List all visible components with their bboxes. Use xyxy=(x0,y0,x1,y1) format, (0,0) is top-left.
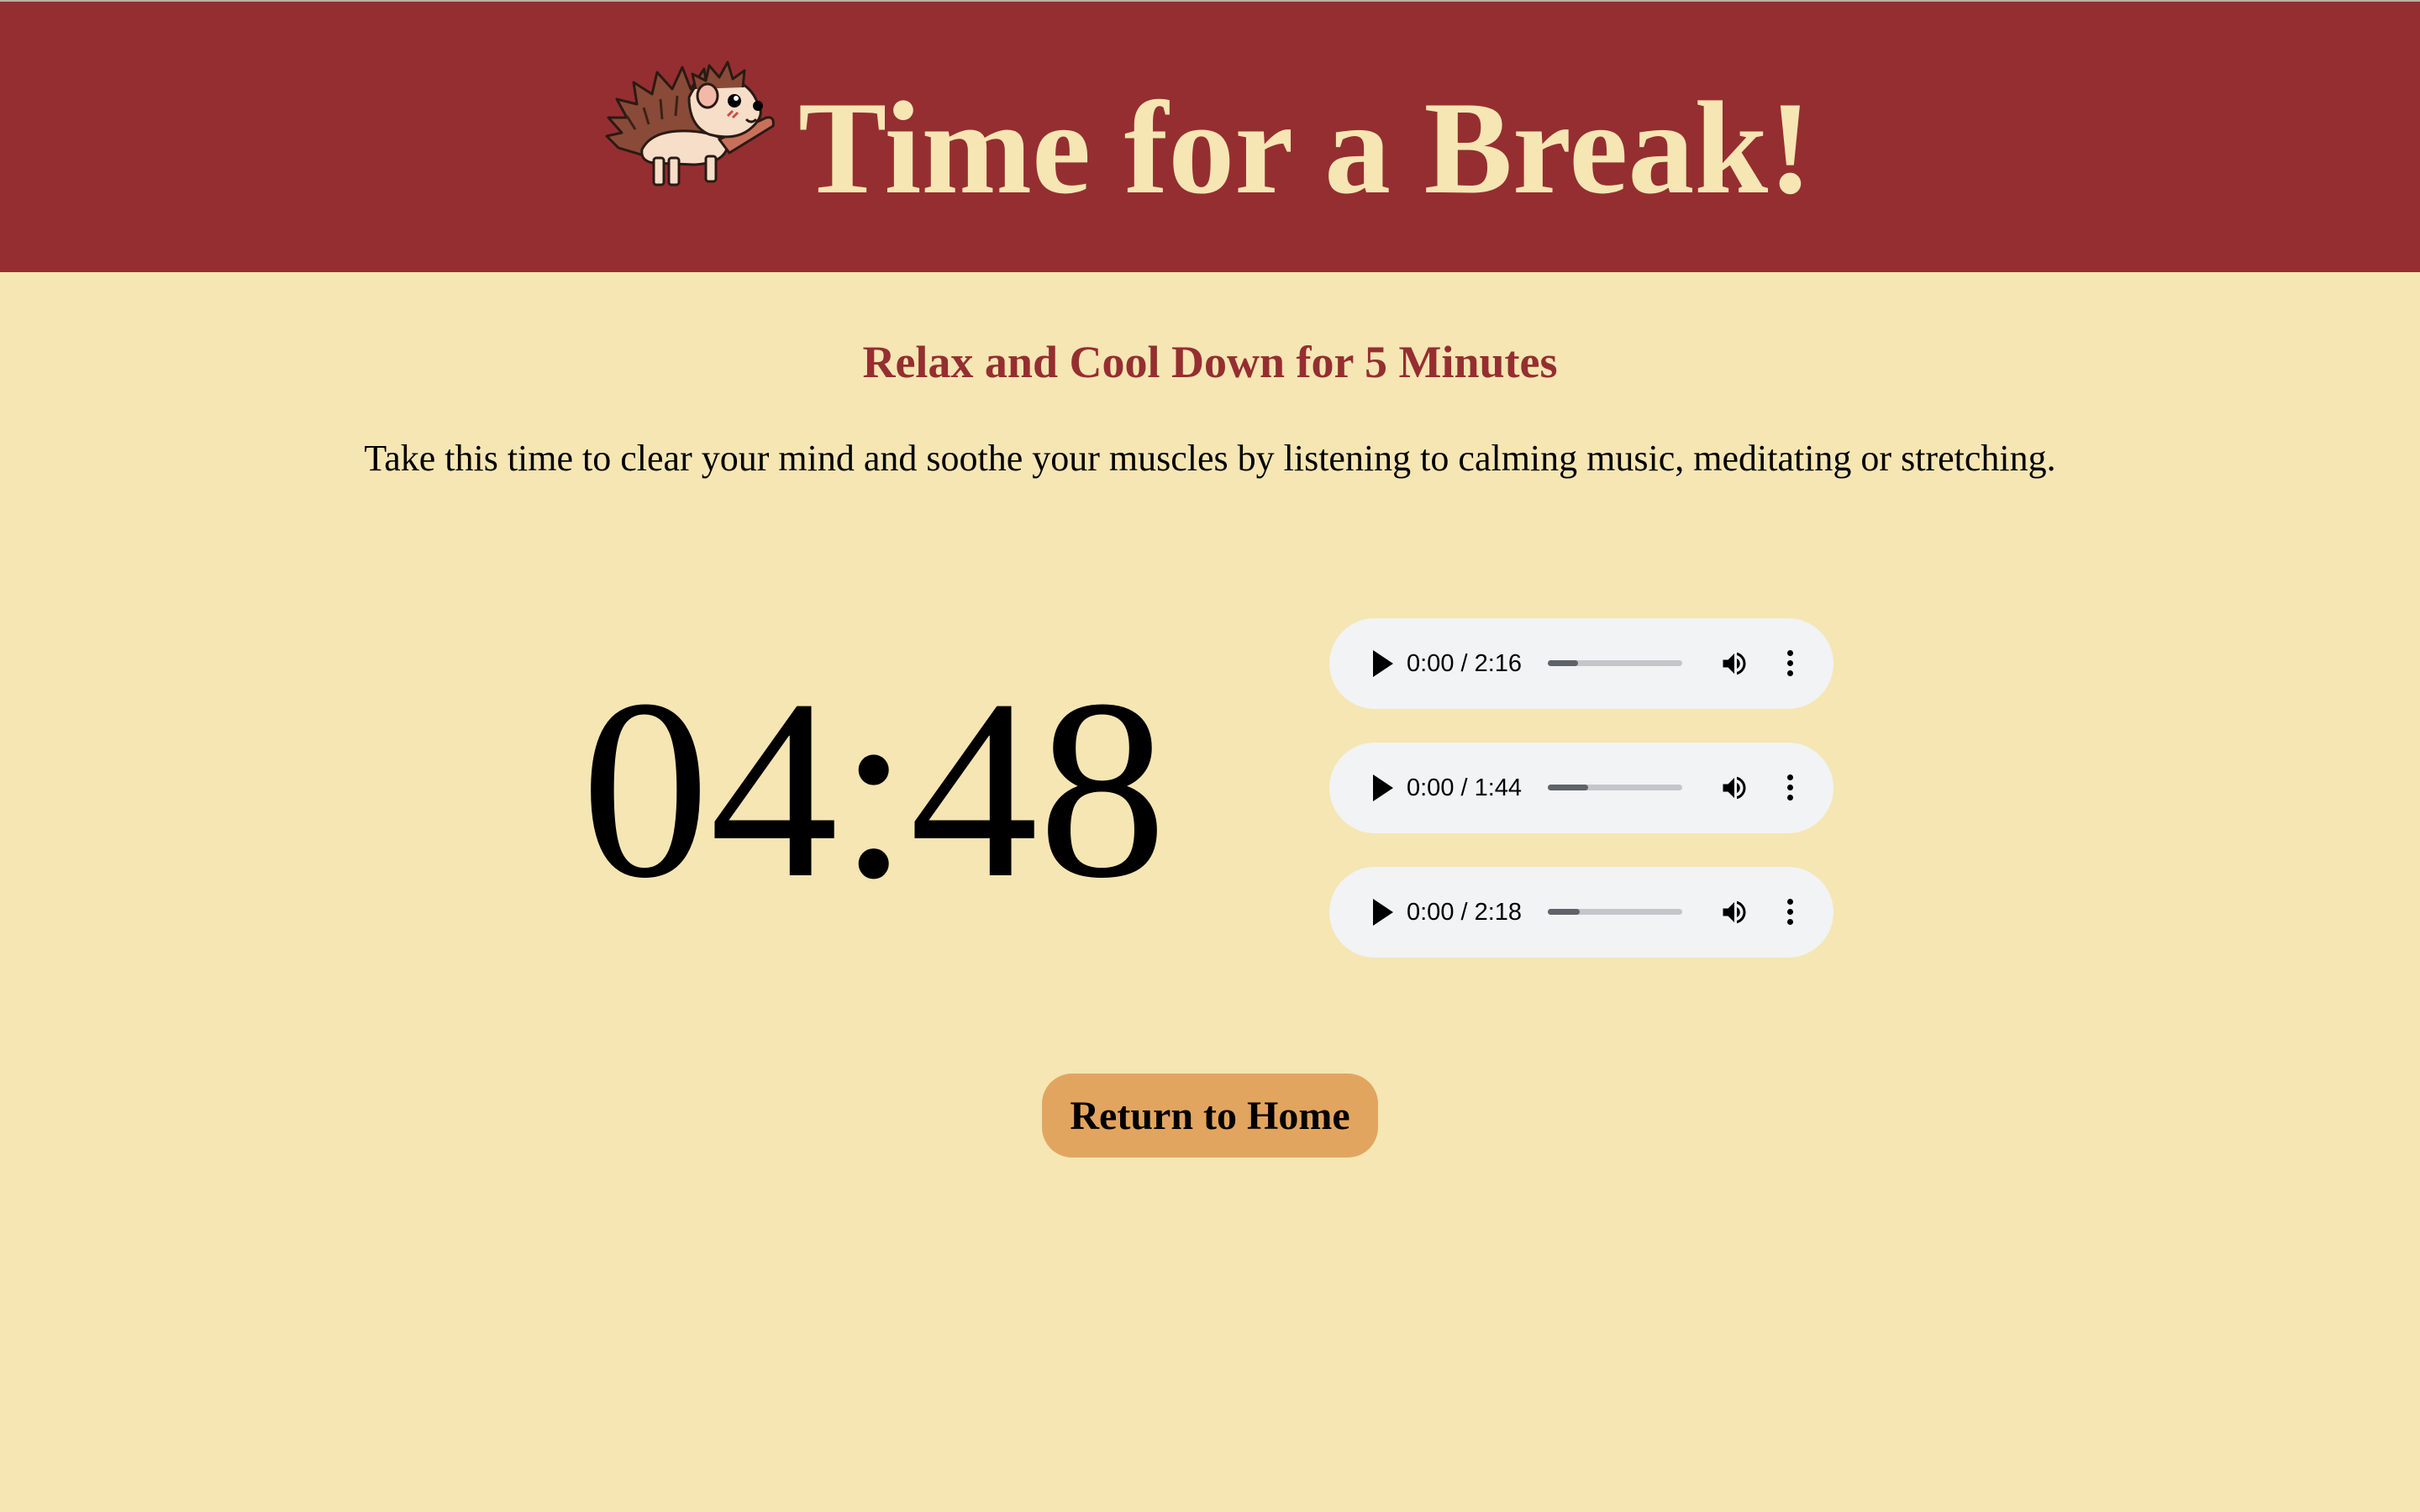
return-home-button[interactable]: Return to Home xyxy=(1042,1074,1378,1158)
hedgehog-icon xyxy=(605,60,775,186)
more-options-icon[interactable] xyxy=(1786,899,1793,926)
audio-player-1[interactable]: 0:00 / 2:16 xyxy=(1329,618,1833,709)
audio-time-display: 0:00 / 1:44 xyxy=(1407,774,1523,801)
play-icon[interactable] xyxy=(1373,774,1393,801)
play-icon[interactable] xyxy=(1373,899,1393,926)
play-icon[interactable] xyxy=(1373,650,1393,677)
audio-progress-fill xyxy=(1548,660,1578,666)
audio-time-display: 0:00 / 2:18 xyxy=(1407,899,1523,926)
audio-player-3[interactable]: 0:00 / 2:18 xyxy=(1329,867,1833,958)
break-subtitle: Relax and Cool Down for 5 Minutes xyxy=(862,337,1558,387)
volume-icon[interactable] xyxy=(1719,897,1749,927)
audio-progress-fill xyxy=(1548,909,1580,915)
more-options-icon[interactable] xyxy=(1786,774,1793,801)
more-options-icon[interactable] xyxy=(1786,650,1793,677)
break-description: Take this time to clear your mind and so… xyxy=(364,438,2056,479)
volume-icon[interactable] xyxy=(1719,773,1749,803)
audio-progress-slider[interactable] xyxy=(1548,785,1682,790)
audio-progress-slider[interactable] xyxy=(1548,909,1682,915)
countdown-timer: 04:48 xyxy=(581,647,1167,932)
audio-player-2[interactable]: 0:00 / 1:44 xyxy=(1329,743,1833,833)
volume-icon[interactable] xyxy=(1719,648,1749,679)
audio-progress-slider[interactable] xyxy=(1548,660,1682,666)
page-title: Time for a Break! xyxy=(798,75,1812,222)
page-header: Time for a Break! xyxy=(0,0,2420,272)
audio-progress-fill xyxy=(1548,785,1588,790)
audio-time-display: 0:00 / 2:16 xyxy=(1407,650,1523,677)
